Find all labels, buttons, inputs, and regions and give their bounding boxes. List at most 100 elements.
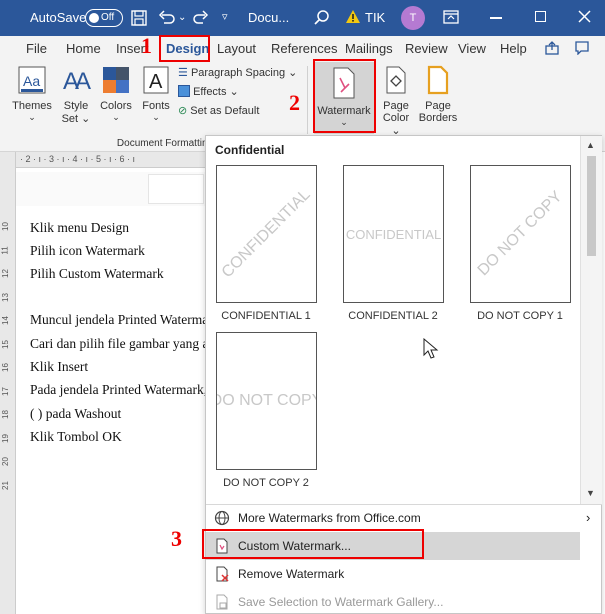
style-set-button[interactable]: A A Style Set ⌄ (58, 65, 94, 125)
colors-label: Colors (100, 100, 132, 112)
doc-line: Pada jendela Printed Watermark, (30, 382, 205, 397)
page-thumbnail (148, 174, 204, 204)
ruler-number: 11 (0, 245, 10, 255)
customize-qat-icon[interactable]: ▿ (222, 10, 228, 23)
svg-text:Aa: Aa (23, 73, 40, 89)
scroll-up-icon[interactable]: ▲ (586, 140, 595, 150)
ruler-number: 10 (0, 222, 10, 231)
watermark-caption: DO NOT COPY 2 (223, 477, 309, 489)
save-selection-label: Save Selection to Watermark Gallery... (238, 595, 444, 609)
undo-icon[interactable] (158, 9, 176, 25)
doc-line: Pilih icon Watermark (30, 243, 145, 258)
ruler-number: 13 (0, 292, 10, 302)
save-icon[interactable] (131, 10, 147, 26)
scroll-down-icon[interactable]: ▼ (586, 488, 595, 498)
doc-line: Muncul jendela Printed Waterma (30, 312, 205, 327)
colors-dropdown-icon: ⌄ (112, 112, 120, 122)
ribbon-separator (307, 66, 308, 134)
watermark-caption: CONFIDENTIAL 1 (221, 310, 311, 322)
themes-button[interactable]: Aa Themes ⌄ (12, 65, 52, 123)
more-watermarks-menu-item[interactable]: More Watermarks from Office.com › (206, 504, 602, 532)
scrollbar-thumb[interactable] (587, 156, 596, 256)
undo-dropdown-icon[interactable]: ⌄ (178, 12, 186, 23)
page-borders-button[interactable]: Page Borders (418, 65, 458, 124)
redo-icon[interactable] (193, 9, 209, 25)
ruler-number: 19 (0, 433, 10, 443)
checkmark-icon: ⊘ (178, 105, 188, 117)
remove-watermark-label: Remove Watermark (238, 567, 345, 581)
doc-line: Klik Insert (30, 359, 89, 374)
ruler-number: 18 (0, 410, 10, 419)
share-icon[interactable] (545, 41, 559, 55)
ruler-ticks: · 2 · ı · 3 · ı · 4 · ı · 5 · ı · 6 · ı (20, 154, 136, 164)
watermark-caption: DO NOT COPY 1 (477, 310, 563, 322)
doc-line: Cari dan pilih file gambar yang a (30, 336, 205, 351)
watermark-preview-text: CONFIDENTIAL (218, 186, 314, 282)
themes-dropdown-icon: ⌄ (28, 112, 36, 122)
paragraph-spacing-icon: ☰ (178, 67, 188, 79)
effects-icon (178, 85, 190, 97)
set-as-default-button[interactable]: ⊘ Set as Default (178, 104, 298, 117)
annotation-box-custom-watermark (202, 529, 424, 559)
ruler-number: 16 (0, 363, 10, 372)
comments-icon[interactable] (575, 41, 589, 55)
page-color-label-1: Page (383, 100, 409, 112)
mouse-cursor-icon (423, 338, 439, 359)
watermark-preview-text: DO NOT COPY (216, 392, 317, 409)
themes-label: Themes (12, 100, 52, 112)
watermark-confidential-2[interactable]: CONFIDENTIAL (343, 165, 444, 303)
colors-icon (103, 67, 129, 93)
page-color-button[interactable]: Page Color ⌄ (378, 65, 414, 137)
toggle-knob (89, 13, 99, 23)
minimize-icon[interactable] (490, 17, 502, 19)
watermark-do-not-copy-1[interactable]: DO NOT COPY (470, 165, 571, 303)
ruler-number: 21 (0, 480, 10, 490)
watermark-do-not-copy-2[interactable]: DO NOT COPY (216, 332, 317, 470)
page-borders-icon (427, 65, 449, 95)
annotation-box-watermark (313, 59, 376, 133)
colors-button[interactable]: Colors ⌄ (98, 65, 134, 123)
globe-icon (214, 510, 230, 526)
ruler-number: 17 (0, 386, 10, 396)
watermark-preview-text: CONFIDENTIAL (345, 226, 442, 242)
gallery-scrollbar[interactable]: ▲ ▼ (580, 136, 602, 504)
vertical-ruler: 10 11 12 13 14 15 16 17 18 19 20 21 (0, 152, 16, 614)
paragraph-spacing-label: Paragraph Spacing (190, 67, 286, 79)
tab-review[interactable]: Review (405, 41, 448, 56)
search-icon[interactable] (314, 9, 330, 25)
tab-layout[interactable]: Layout (217, 41, 256, 56)
fonts-button[interactable]: A Fonts ⌄ (138, 65, 174, 123)
watermark-caption: CONFIDENTIAL 2 (348, 310, 438, 322)
remove-watermark-menu-item[interactable]: Remove Watermark (206, 560, 580, 588)
doc-line: Klik Tombol OK (30, 429, 122, 444)
annotation-number-2: 2 (289, 90, 300, 115)
avatar[interactable]: T (401, 6, 425, 30)
style-set-icon: A A (63, 68, 91, 95)
tab-help[interactable]: Help (500, 41, 527, 56)
tab-mailings[interactable]: Mailings (345, 41, 393, 56)
svg-text:A: A (149, 71, 163, 93)
tab-view[interactable]: View (458, 41, 486, 56)
annotation-box-design (159, 35, 210, 62)
doc-line: Klik menu Design (30, 220, 129, 235)
paragraph-spacing-button[interactable]: ☰ Paragraph Spacing ⌄ (178, 66, 308, 79)
maximize-icon[interactable] (535, 11, 546, 22)
document-name: Docu... (248, 10, 290, 25)
themes-icon: Aa (18, 66, 46, 94)
style-set-label-1: Style (63, 100, 89, 112)
user-initials: TIK (365, 10, 386, 25)
ribbon-display-icon[interactable] (443, 10, 459, 24)
document-formatting-group-label: Document Formatting (116, 138, 214, 149)
annotation-number-3: 3 (171, 526, 182, 551)
autosave-label: AutoSave (30, 10, 87, 25)
tab-file[interactable]: File (26, 41, 47, 56)
tab-references[interactable]: References (271, 41, 337, 56)
tab-home[interactable]: Home (66, 41, 101, 56)
ruler-number: 15 (0, 339, 10, 349)
close-icon[interactable] (578, 10, 591, 23)
autosave-state: Off (101, 12, 115, 23)
autosave-toggle[interactable]: Off (85, 9, 123, 27)
ruler-number: 20 (0, 457, 10, 466)
effects-button[interactable]: Effects ⌄ (178, 85, 278, 98)
watermark-confidential-1[interactable]: CONFIDENTIAL (216, 165, 317, 303)
